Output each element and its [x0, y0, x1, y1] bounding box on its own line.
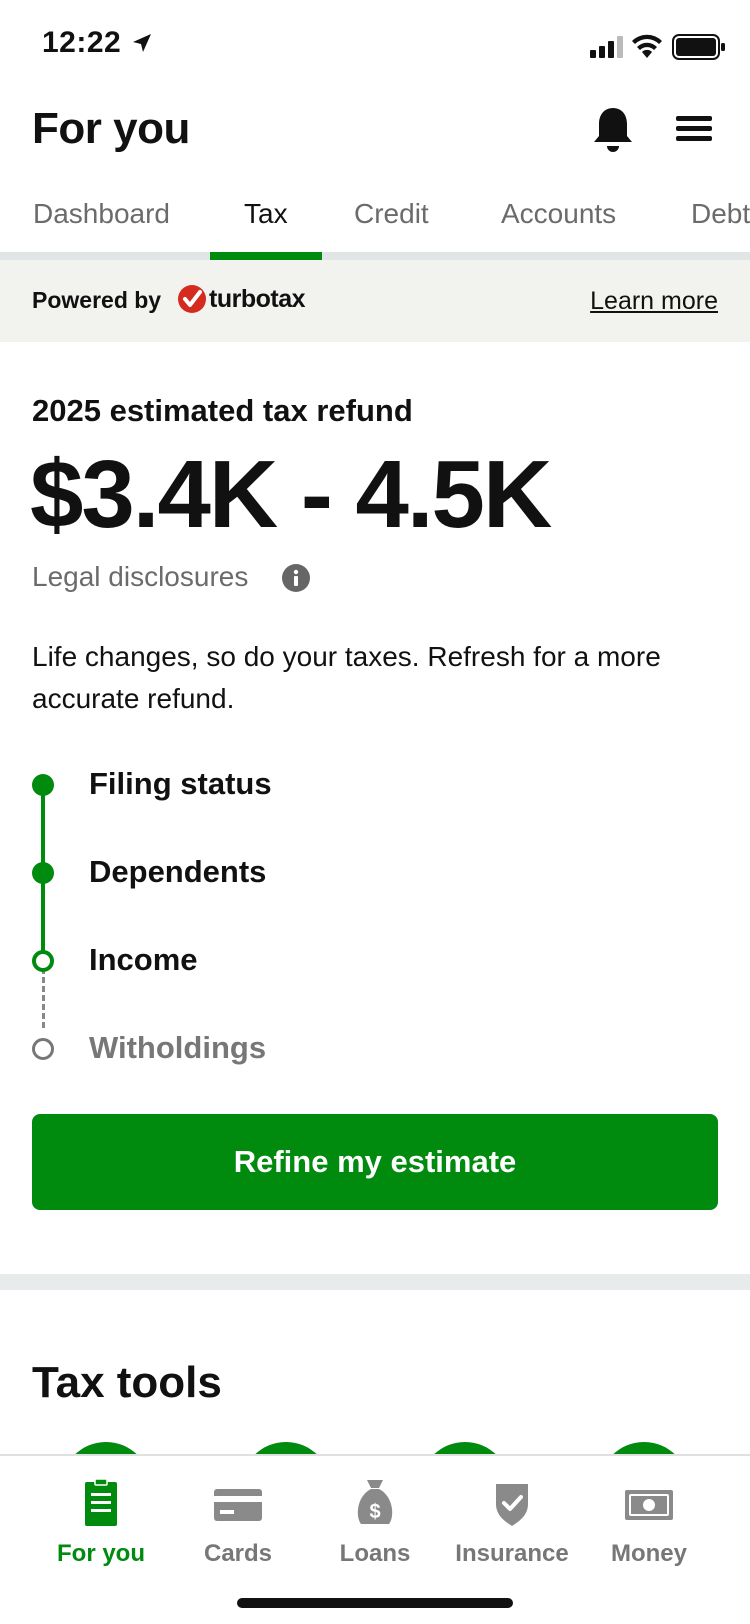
step-dot-complete: [32, 774, 54, 796]
progress-steps: Filing status Dependents Income Witholdi…: [0, 760, 750, 1065]
estimate-label: 2025 estimated tax refund: [32, 393, 413, 428]
estimate-value: $3.4K - 4.5K: [30, 441, 552, 548]
page-title: For you: [32, 104, 190, 153]
tab-accounts[interactable]: Accounts: [501, 190, 616, 252]
step-dot-complete: [32, 862, 54, 884]
tab-debt[interactable]: Debt: [691, 190, 750, 252]
card-icon: [214, 1489, 262, 1521]
tab-credit[interactable]: Credit: [354, 190, 429, 252]
step-income: Income: [89, 942, 198, 977]
step-dependents: Dependents: [89, 854, 267, 889]
powered-by-banner: Powered by turbotax Learn more: [0, 260, 750, 342]
cash-icon: [625, 1490, 673, 1520]
legal-disclosures-link[interactable]: Legal disclosures: [32, 561, 248, 593]
refresh-description: Life changes, so do your taxes. Refresh …: [32, 641, 661, 714]
nav-label: Loans: [339, 1540, 411, 1567]
step-dot-current: [32, 950, 54, 972]
tab-tax[interactable]: Tax: [244, 190, 288, 252]
nav-insurance[interactable]: Insurance: [442, 1476, 582, 1586]
learn-more-link[interactable]: Learn more: [590, 287, 718, 316]
wifi-icon: [632, 34, 662, 58]
nav-label: For you: [57, 1540, 145, 1567]
tax-tools-heading: Tax tools: [32, 1358, 222, 1407]
active-tab-indicator: [210, 252, 322, 260]
nav-label: Cards: [203, 1540, 273, 1567]
step-witholdings: Witholdings: [89, 1030, 267, 1065]
home-indicator: [237, 1598, 513, 1608]
turbotax-logo-text: turbotax: [209, 285, 306, 313]
location-arrow-icon: [133, 34, 151, 52]
powered-by-label: Powered by: [32, 287, 162, 313]
document-icon: [85, 1478, 117, 1526]
bell-icon[interactable]: [590, 106, 636, 154]
menu-icon[interactable]: [676, 114, 712, 144]
money-bag-icon: $: [357, 1480, 393, 1524]
section-divider: [0, 1274, 750, 1290]
step-filing-status: Filing status: [89, 766, 272, 801]
status-time: 12:22: [42, 26, 122, 59]
step-connector-pending: [42, 968, 45, 1028]
status-bar: 12:22: [0, 0, 750, 92]
nav-cards[interactable]: Cards: [168, 1476, 308, 1586]
signal-icon: [590, 36, 623, 58]
shield-icon: [496, 1484, 528, 1526]
step-dot-pending: [32, 1038, 54, 1060]
nav-money[interactable]: Money: [579, 1476, 719, 1586]
header: For you: [0, 92, 750, 182]
refine-estimate-button[interactable]: Refine my estimate: [32, 1114, 718, 1210]
svg-text:$: $: [369, 1501, 380, 1523]
turbotax-check-icon: [178, 285, 206, 313]
tab-dashboard[interactable]: Dashboard: [33, 190, 170, 252]
battery-icon: [672, 34, 725, 60]
nav-label: Insurance: [455, 1540, 569, 1567]
tab-bar: Dashboard Tax Credit Accounts Debt: [0, 190, 750, 260]
nav-loans[interactable]: $ Loans: [305, 1476, 445, 1586]
info-icon[interactable]: [281, 563, 311, 593]
nav-for-you[interactable]: For you: [31, 1476, 171, 1586]
nav-label: Money: [610, 1540, 687, 1567]
